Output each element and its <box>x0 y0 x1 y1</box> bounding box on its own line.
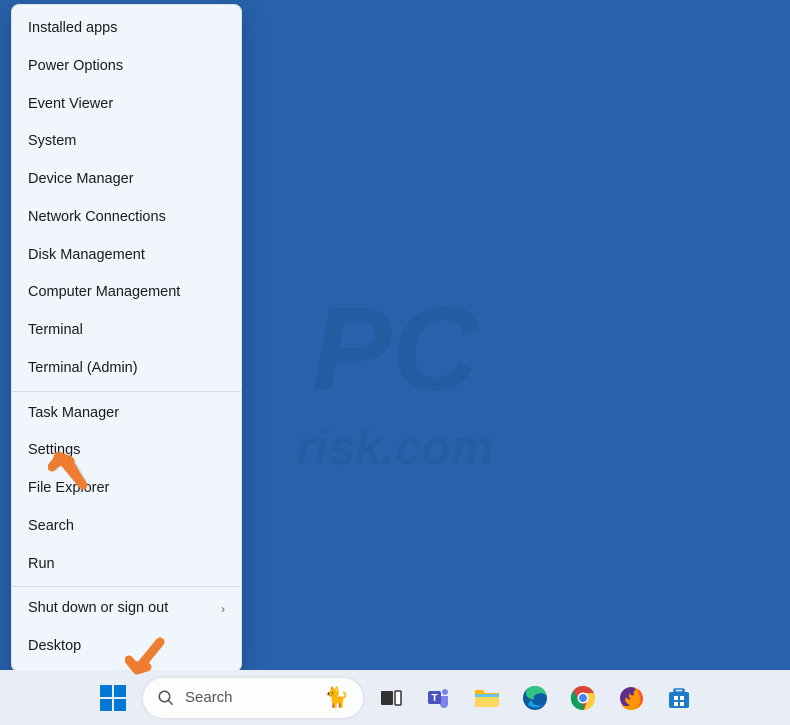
taskbar-file-explorer[interactable] <box>467 678 507 718</box>
menu-label: Terminal (Admin) <box>28 358 138 380</box>
teams-icon: T <box>426 685 452 711</box>
menu-item-event-viewer[interactable]: Event Viewer <box>12 86 241 124</box>
menu-item-file-explorer[interactable]: File Explorer <box>12 470 241 508</box>
taskbar: Search 🐈 T <box>0 670 790 725</box>
menu-item-computer-management[interactable]: Computer Management <box>12 274 241 312</box>
menu-item-power-options[interactable]: Power Options <box>12 48 241 86</box>
menu-label: Search <box>28 516 74 538</box>
taskbar-microsoft-store[interactable] <box>659 678 699 718</box>
menu-label: System <box>28 131 76 153</box>
start-button[interactable] <box>91 676 135 720</box>
menu-label: Installed apps <box>28 18 117 40</box>
edge-icon <box>522 685 548 711</box>
menu-label: Event Viewer <box>28 94 113 116</box>
winx-context-menu: Installed apps Power Options Event Viewe… <box>11 4 242 672</box>
menu-item-desktop[interactable]: Desktop <box>12 628 241 666</box>
menu-item-run[interactable]: Run <box>12 546 241 584</box>
search-icon <box>157 689 175 707</box>
search-box[interactable]: Search 🐈 <box>143 678 363 718</box>
menu-label: Network Connections <box>28 207 166 229</box>
task-view-icon <box>379 686 403 710</box>
watermark-main: PC <box>312 280 479 418</box>
menu-item-task-manager[interactable]: Task Manager <box>12 395 241 433</box>
menu-item-terminal-admin[interactable]: Terminal (Admin) <box>12 350 241 388</box>
menu-item-disk-management[interactable]: Disk Management <box>12 237 241 275</box>
menu-item-search[interactable]: Search <box>12 508 241 546</box>
chevron-right-icon: › <box>221 600 225 618</box>
microsoft-store-icon <box>666 685 692 711</box>
menu-item-network-connections[interactable]: Network Connections <box>12 199 241 237</box>
menu-label: Task Manager <box>28 403 119 425</box>
windows-icon <box>100 685 126 711</box>
taskbar-task-view[interactable] <box>371 678 411 718</box>
menu-item-terminal[interactable]: Terminal <box>12 312 241 350</box>
file-explorer-icon <box>473 686 501 710</box>
taskbar-firefox[interactable] <box>611 678 651 718</box>
menu-label: Shut down or sign out <box>28 598 168 620</box>
menu-label: Power Options <box>28 56 123 78</box>
menu-item-device-manager[interactable]: Device Manager <box>12 161 241 199</box>
menu-divider <box>12 586 241 587</box>
menu-label: Device Manager <box>28 169 134 191</box>
menu-label: Computer Management <box>28 282 180 304</box>
search-mascot-icon: 🐈 <box>324 685 349 710</box>
menu-item-installed-apps[interactable]: Installed apps <box>12 10 241 48</box>
watermark-sub: risk.com <box>296 421 493 476</box>
menu-label: Desktop <box>28 636 81 658</box>
svg-text:T: T <box>431 693 437 704</box>
search-placeholder: Search <box>185 689 314 706</box>
menu-label: File Explorer <box>28 478 109 500</box>
menu-label: Run <box>28 554 55 576</box>
taskbar-chrome[interactable] <box>563 678 603 718</box>
taskbar-edge[interactable] <box>515 678 555 718</box>
chrome-icon <box>570 685 596 711</box>
menu-item-system[interactable]: System <box>12 123 241 161</box>
menu-label: Settings <box>28 440 80 462</box>
firefox-icon <box>618 685 644 711</box>
menu-item-settings[interactable]: Settings <box>12 432 241 470</box>
menu-item-shutdown-signout[interactable]: Shut down or sign out › <box>12 590 241 628</box>
menu-label: Terminal <box>28 320 83 342</box>
menu-label: Disk Management <box>28 245 145 267</box>
menu-divider <box>12 391 241 392</box>
taskbar-teams[interactable]: T <box>419 678 459 718</box>
